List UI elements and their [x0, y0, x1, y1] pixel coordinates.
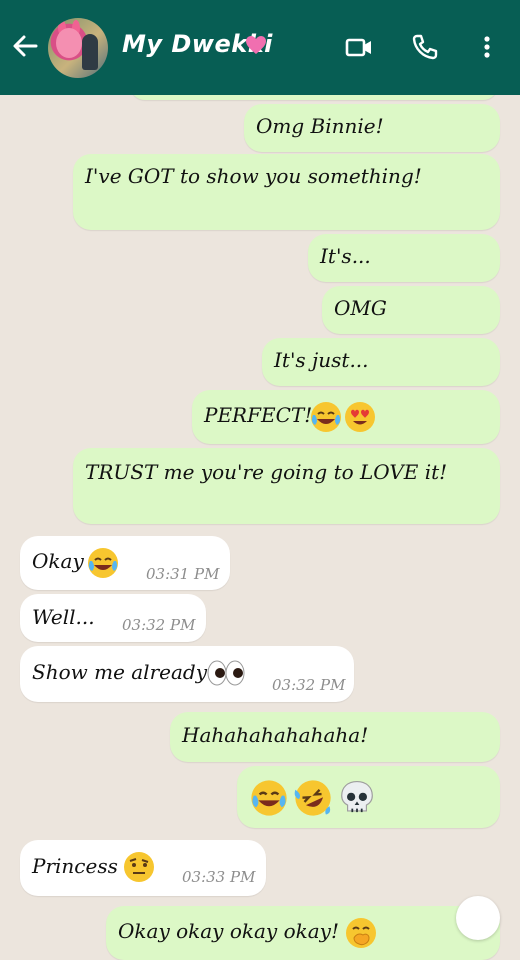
message-text: Omg Binnie! [256, 114, 384, 138]
message-bubble-1[interactable]: Omg Binnie! [244, 104, 500, 152]
message-text: It's just... [274, 348, 369, 372]
message-bubble-10[interactable]: Show me already 03:32 PM [20, 646, 354, 702]
message-bubble-8[interactable]: Okay 03:31 PM [20, 536, 230, 590]
message-bubble-5[interactable]: It's just... [262, 338, 500, 386]
message-text: Show me already [32, 660, 207, 684]
message-bubble-4[interactable]: OMG [322, 286, 500, 334]
message-bubble-9[interactable]: Well... 03:32 PM [20, 594, 206, 642]
message-time: 03:32 PM [272, 676, 346, 694]
message-bubble-2[interactable]: I've GOT to show you something! [73, 154, 500, 230]
tears-of-joy-emoji-icon [249, 778, 289, 823]
message-text: Princess [32, 854, 118, 878]
message-time: 03:32 PM [122, 616, 196, 634]
message-text: PERFECT! [204, 403, 313, 427]
chat-header: My Dwekki [0, 0, 520, 95]
more-options-icon[interactable] [472, 32, 502, 62]
heart-eyes-emoji-icon [343, 400, 377, 439]
hand-over-mouth-emoji-icon [344, 916, 378, 955]
message-bubble-12[interactable] [237, 766, 500, 828]
message-bubble-13[interactable]: Princess 03:33 PM [20, 840, 266, 896]
message-bubble-14[interactable]: Okay okay okay okay! [106, 906, 500, 960]
message-time: 03:31 PM [146, 565, 220, 583]
message-bubble-11[interactable]: Hahahahahahaha! [170, 712, 500, 762]
message-text: I've GOT to show you something! [85, 164, 422, 188]
contact-avatar[interactable] [48, 18, 108, 78]
chat-area[interactable]: Omg Binnie! I've GOT to show you somethi… [0, 0, 520, 960]
message-text: Well... [32, 605, 95, 629]
message-text: It's... [320, 244, 371, 268]
skull-emoji-icon [337, 778, 377, 823]
pink-heart-icon [246, 36, 266, 54]
message-bubble-3[interactable]: It's... [308, 234, 500, 282]
message-text: TRUST me you're going to LOVE it! [85, 460, 448, 484]
message-text: Okay okay okay okay! [118, 919, 339, 943]
voice-call-icon[interactable] [410, 32, 440, 62]
tears-of-joy-emoji-icon [309, 400, 343, 439]
video-call-icon[interactable] [344, 32, 374, 62]
rolling-laughing-emoji-icon [293, 778, 333, 823]
tears-of-joy-emoji-icon [86, 546, 120, 585]
scroll-to-bottom-button[interactable] [456, 896, 500, 940]
raised-eyebrow-emoji-icon [122, 850, 156, 889]
message-bubble-6[interactable]: PERFECT! [192, 390, 500, 444]
message-text: Hahahahahahaha! [182, 723, 369, 747]
avatar-bunny-face [56, 28, 82, 58]
message-text: Okay [32, 549, 84, 573]
eyes-emoji-icon [206, 658, 246, 693]
message-text: OMG [334, 296, 387, 320]
back-arrow-icon[interactable] [10, 31, 40, 61]
avatar-person [82, 34, 98, 70]
message-time: 03:33 PM [182, 868, 256, 886]
message-bubble-7[interactable]: TRUST me you're going to LOVE it! [73, 448, 500, 524]
